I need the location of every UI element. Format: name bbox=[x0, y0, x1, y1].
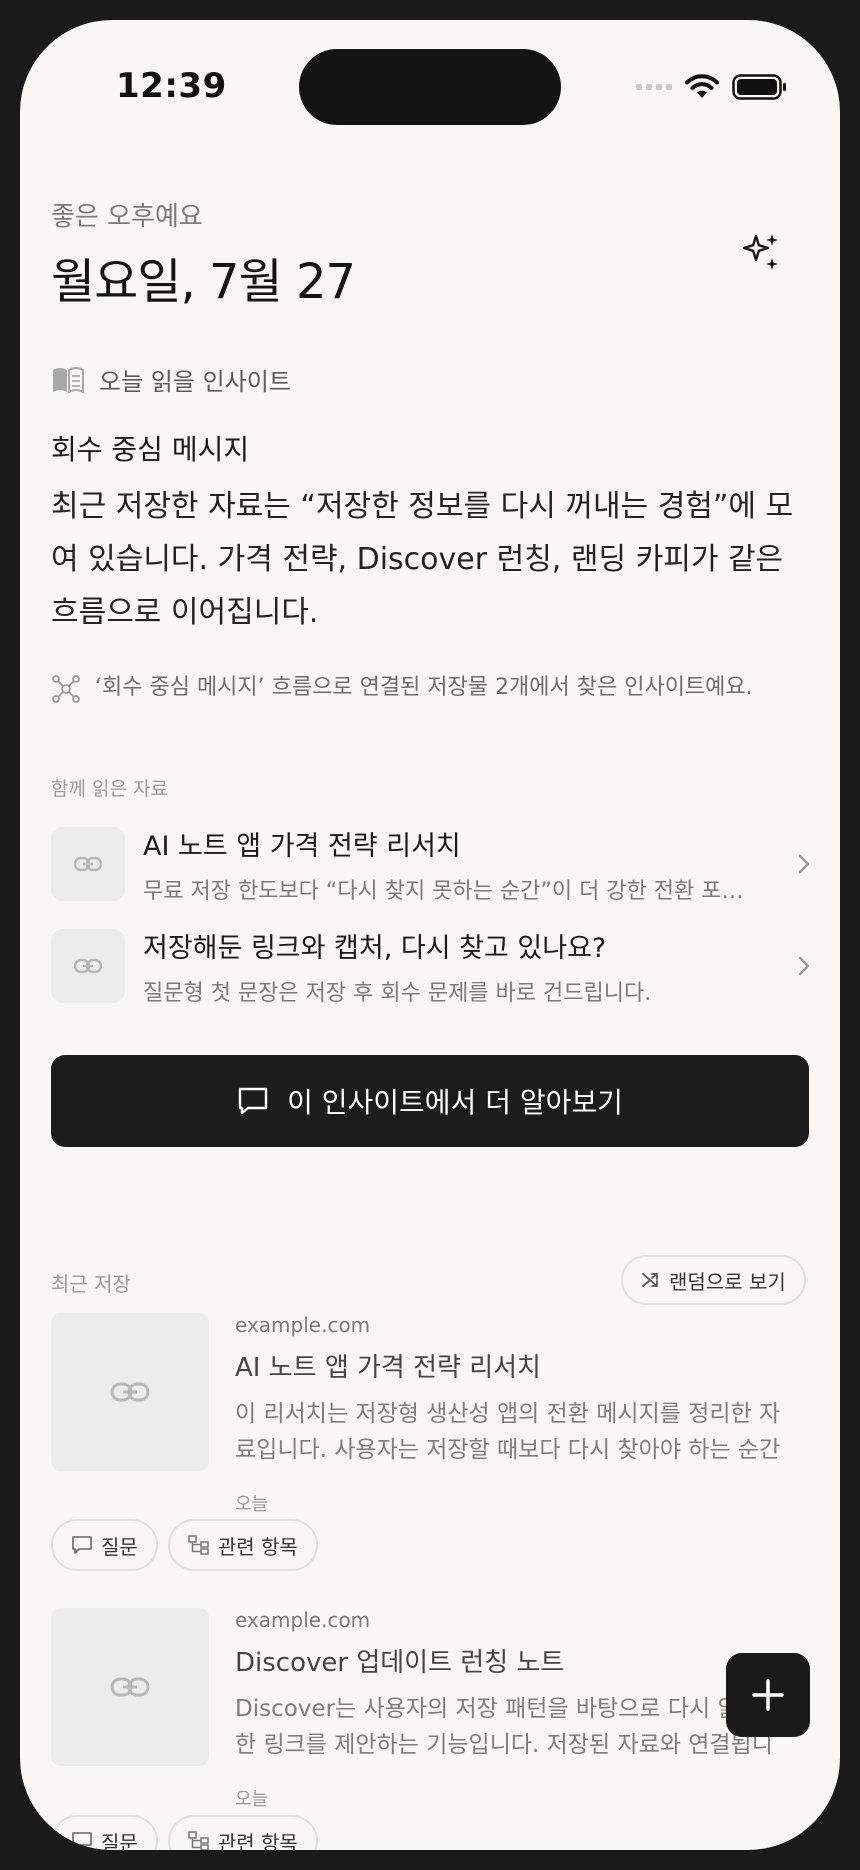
card-date: 오늘 bbox=[235, 1494, 269, 1515]
status-icons bbox=[636, 74, 788, 100]
card-title: Discover 업데이트 런칭 노트 bbox=[235, 1648, 565, 1678]
status-time: 12:39 bbox=[116, 66, 227, 106]
link-icon bbox=[73, 958, 103, 974]
related-items-button[interactable]: 관련 항목 bbox=[167, 1519, 318, 1571]
network-nodes-icon bbox=[52, 675, 80, 703]
shuffle-icon bbox=[642, 1273, 658, 1287]
sparkles-icon[interactable] bbox=[742, 232, 782, 276]
saved-card[interactable]: example.com Discover 업데이트 런칭 노트 Discover… bbox=[51, 1608, 811, 1811]
chevron-right-icon bbox=[781, 955, 811, 977]
book-icon bbox=[53, 366, 84, 394]
related-items-label: 관련 항목 bbox=[217, 1830, 298, 1851]
card-domain: example.com bbox=[235, 1313, 371, 1337]
add-button[interactable] bbox=[726, 1653, 810, 1737]
recent-section-title: 최근 저장 bbox=[51, 1272, 131, 1296]
ask-label: 질문 bbox=[101, 1534, 138, 1559]
related-items-label: 관련 항목 bbox=[217, 1534, 298, 1559]
ask-button[interactable]: 질문 bbox=[51, 1519, 158, 1571]
card-date: 오늘 bbox=[235, 1789, 269, 1810]
chevron-right-icon bbox=[781, 853, 811, 875]
app-screen: 12:39 좋은 오후예요 월요일, 7월 27 오늘 읽을 인사이트 회수 중… bbox=[20, 20, 840, 1850]
random-view-label: 랜덤으로 보기 bbox=[669, 1269, 786, 1294]
cellular-signal-icon bbox=[636, 84, 672, 90]
insight-body: 최근 저장한 자료는 “저장한 정보를 다시 꺼내는 경험”에 모여 있습니다.… bbox=[51, 489, 794, 630]
related-item-subtitle: 무료 저장 한도보다 “다시 찾지 못하는 순간”이 더 강한 전환 포인트입니… bbox=[143, 878, 763, 904]
card-domain: example.com bbox=[235, 1608, 371, 1632]
card-description: Discover는 사용자의 저장 패턴을 바탕으로 다시 읽을 만한 링크를 … bbox=[235, 1696, 788, 1758]
hierarchy-icon bbox=[188, 1831, 209, 1850]
chat-bubble-icon bbox=[72, 1832, 92, 1850]
hierarchy-icon bbox=[188, 1535, 209, 1555]
related-item-title: 저장해둔 링크와 캡처, 다시 찾고 있나요? bbox=[143, 932, 607, 964]
link-icon bbox=[73, 856, 103, 872]
related-label: 함께 읽은 자료 bbox=[51, 778, 168, 800]
link-icon bbox=[110, 1382, 150, 1402]
battery-icon bbox=[732, 74, 786, 100]
card-title: AI 노트 앱 가격 전략 리서치 bbox=[235, 1353, 541, 1383]
link-thumbnail bbox=[51, 1608, 209, 1766]
dynamic-island bbox=[299, 49, 561, 125]
link-thumbnail bbox=[51, 1313, 209, 1471]
saved-card[interactable]: example.com AI 노트 앱 가격 전략 리서치 이 리서치는 저장형… bbox=[51, 1313, 811, 1516]
learn-more-button[interactable]: 이 인사이트에서 더 알아보기 bbox=[51, 1055, 809, 1147]
greeting-text: 좋은 오후예요 bbox=[51, 202, 203, 232]
ask-button[interactable]: 질문 bbox=[51, 1815, 158, 1850]
page-title-date: 월요일, 7월 27 bbox=[51, 254, 356, 310]
random-view-button[interactable]: 랜덤으로 보기 bbox=[621, 1255, 806, 1305]
card-actions: 질문 관련 항목 bbox=[51, 1815, 318, 1850]
chat-bubble-icon bbox=[238, 1087, 268, 1115]
ask-label: 질문 bbox=[101, 1830, 138, 1851]
device-frame: 12:39 좋은 오후예요 월요일, 7월 27 오늘 읽을 인사이트 회수 중… bbox=[0, 0, 860, 1870]
link-icon bbox=[110, 1677, 150, 1697]
insight-title: 회수 중심 메시지 bbox=[51, 433, 250, 466]
insight-flow-note: ‘회수 중심 메시지’ 흐름으로 연결된 저장물 2개에서 찾은 인사이트예요. bbox=[51, 670, 811, 706]
link-thumbnail bbox=[51, 827, 125, 901]
card-actions: 질문 관련 항목 bbox=[51, 1519, 318, 1571]
flow-note-text: ‘회수 중심 메시지’ 흐름으로 연결된 저장물 2개에서 찾은 인사이트예요. bbox=[95, 675, 753, 700]
related-item-title: AI 노트 앱 가격 전략 리서치 bbox=[143, 830, 461, 862]
plus-icon bbox=[752, 1679, 784, 1711]
chat-bubble-icon bbox=[72, 1536, 92, 1554]
related-item-subtitle: 질문형 첫 문장은 저장 후 회수 문제를 바로 건드립니다. bbox=[143, 980, 652, 1006]
card-description: 이 리서치는 저장형 생산성 앱의 전환 메시지를 정리한 자료입니다. 사용자… bbox=[235, 1401, 781, 1463]
insight-section-header: 오늘 읽을 인사이트 bbox=[51, 362, 291, 397]
learn-more-label: 이 인사이트에서 더 알아보기 bbox=[287, 1086, 623, 1119]
related-item[interactable]: AI 노트 앱 가격 전략 리서치 무료 저장 한도보다 “다시 찾지 못하는 … bbox=[51, 825, 811, 904]
wifi-icon bbox=[685, 74, 719, 98]
related-items-button[interactable]: 관련 항목 bbox=[167, 1815, 318, 1851]
insight-section-title: 오늘 읽을 인사이트 bbox=[99, 368, 291, 396]
related-item[interactable]: 저장해둔 링크와 캡처, 다시 찾고 있나요? 질문형 첫 문장은 저장 후 회… bbox=[51, 927, 811, 1006]
link-thumbnail bbox=[51, 929, 125, 1003]
